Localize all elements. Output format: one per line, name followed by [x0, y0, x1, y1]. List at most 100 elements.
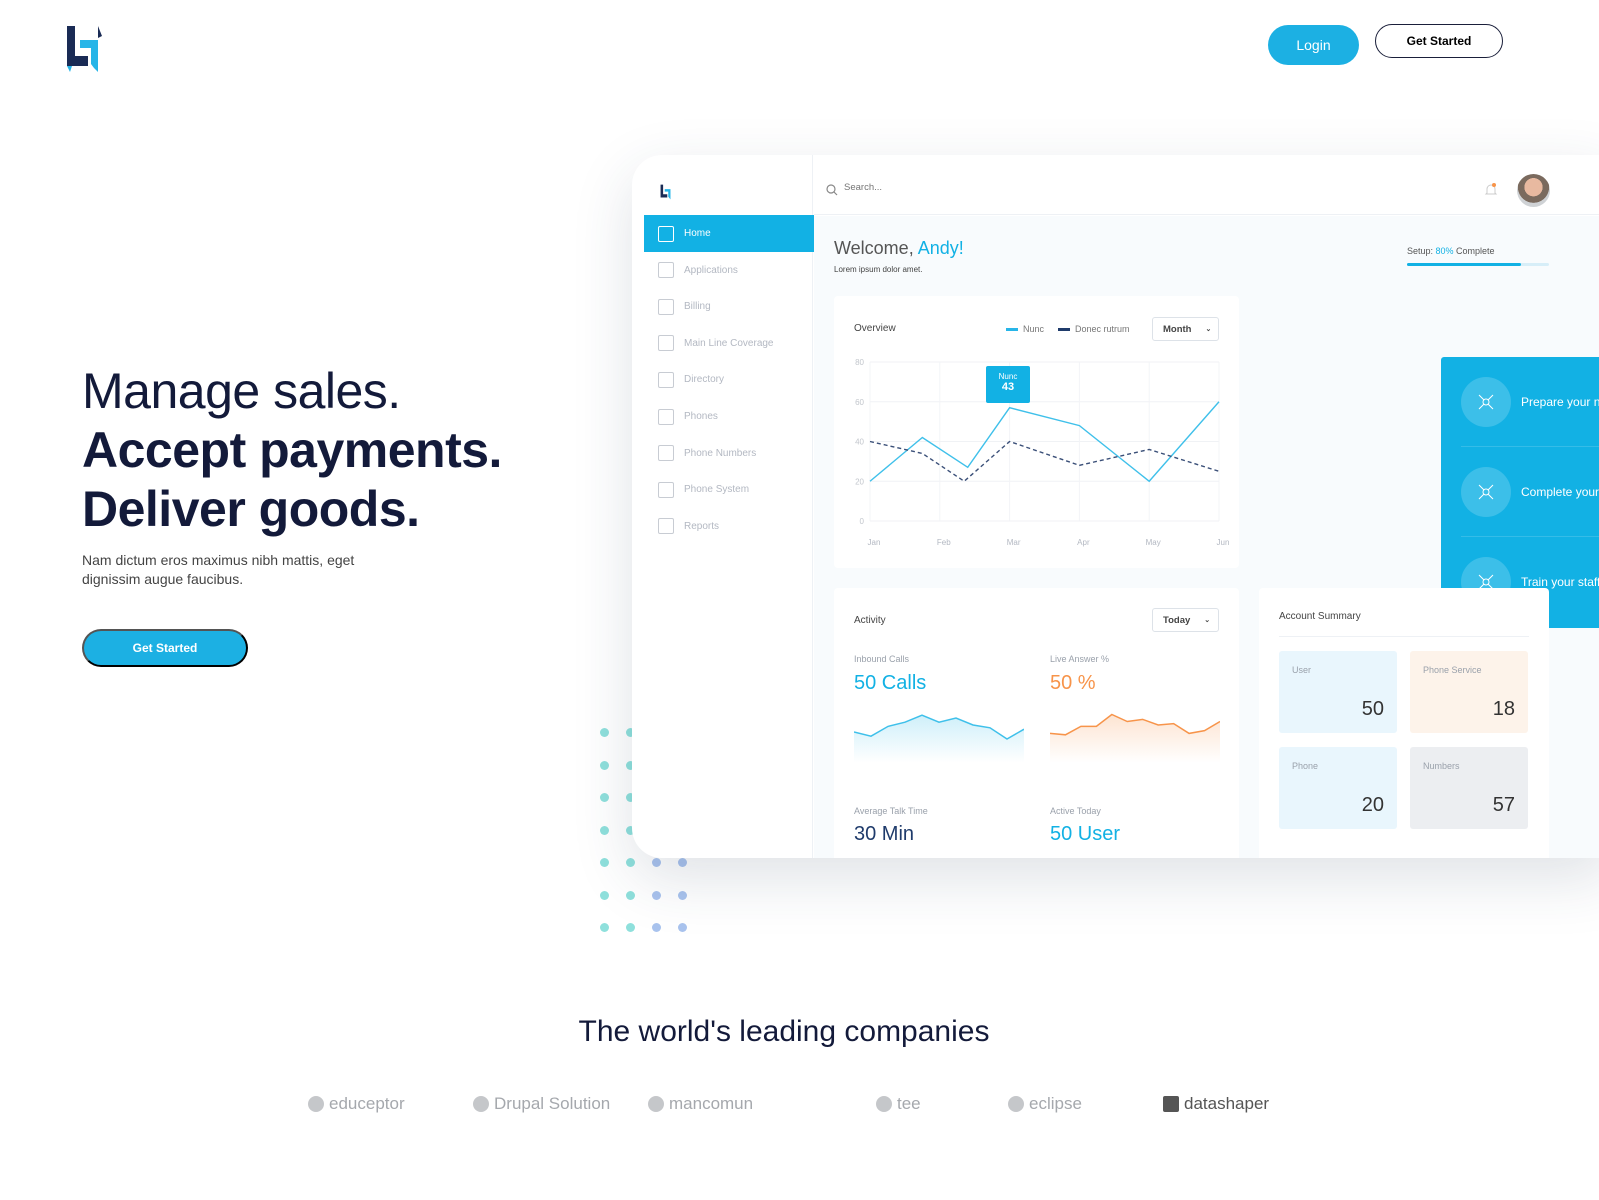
decorative-dot [652, 858, 661, 867]
sidebar-item-label: Billing [684, 301, 711, 313]
partner-logo-educeptor: educeptor [308, 1094, 405, 1114]
decorative-dot [600, 923, 609, 932]
summary-tile-phone-service[interactable]: Phone Service 18 [1410, 651, 1528, 733]
sidebar-item-home[interactable]: Home [644, 215, 814, 252]
decorative-dot [652, 890, 661, 900]
sidebar-item-applications[interactable]: Applications [644, 252, 814, 289]
activity-period-select[interactable]: Today ⌄ [1152, 608, 1219, 632]
x-tick-label: Feb [937, 538, 951, 547]
partner-logo-icon [473, 1096, 489, 1112]
decorative-dot [600, 825, 609, 835]
inbound-sparkline [854, 714, 1024, 763]
task-label: Prepare your network [1521, 394, 1599, 409]
dashboard-logo [660, 184, 671, 200]
activity-title: Activity [854, 615, 886, 626]
x-tick-label: Jan [868, 538, 881, 547]
decorative-dot [600, 858, 609, 867]
sidebar-item-billing[interactable]: Billing [644, 288, 814, 325]
summary-tile-phone[interactable]: Phone 20 [1279, 747, 1397, 829]
y-tick-label: 60 [855, 398, 864, 407]
x-tick-label: Jun [1217, 538, 1230, 547]
login-button[interactable]: Login [1268, 25, 1359, 65]
partner-logo-icon [1163, 1096, 1179, 1112]
partner-logo-eclipse: eclipse [1008, 1094, 1082, 1114]
inbound-calls-value: 50 Calls [854, 672, 927, 694]
directory-icon [658, 371, 674, 388]
live-answer-sparkline [1050, 713, 1220, 763]
decorative-dot [678, 858, 687, 867]
sidebar-item-label: Phone System [684, 484, 750, 496]
task-label: Complete your number transfer [1521, 484, 1599, 499]
partner-logo-icon [648, 1096, 664, 1112]
sidebar-item-label: Home [684, 228, 711, 239]
document-icon [658, 262, 674, 279]
sidebar-item-label: Main Line Coverage [684, 337, 774, 349]
hero-get-started-button[interactable]: Get Started [82, 629, 248, 667]
dashboard-preview: Home Applications Billing Main Line Coverag… [632, 155, 1599, 858]
partners-heading: The world's leading companies [578, 1015, 990, 1048]
header-get-started-button[interactable]: Get Started [1375, 24, 1503, 58]
talk-time-value: 30 Min [854, 823, 915, 845]
decorative-dot [652, 923, 661, 932]
live-answer-label: Live Answer % [1050, 654, 1110, 664]
decorative-dot [626, 923, 635, 932]
sidebar-item-directory[interactable]: Directory [644, 361, 814, 398]
sidebar-item-phone-numbers[interactable]: Phone Numbers [644, 435, 814, 472]
account-summary-panel: Account Summary User 50 Phone Service 18 Pho… [1259, 588, 1549, 858]
chart-tooltip: Nunc 43 [986, 366, 1030, 403]
brand-logo[interactable] [64, 24, 104, 74]
main-content: Welcome, Andy! Lorem ipsum dolor amet. S… [814, 216, 1599, 858]
account-summary-title: Account Summary [1279, 611, 1361, 622]
overview-chart: 0 20 40 60 80 Jan Feb Mar Apr May Jun [855, 358, 1230, 547]
talk-time-label: Average Talk Time [854, 806, 928, 816]
task-0[interactable]: Prepare your network→ [1461, 357, 1599, 447]
sidebar-item-reports[interactable]: Reports [644, 508, 814, 545]
network-icon [1461, 376, 1511, 427]
summary-tile-user[interactable]: User 50 [1279, 651, 1397, 733]
partner-logo-icon [1008, 1096, 1024, 1112]
welcome-subtitle: Lorem ipsum dolor amet. [834, 265, 923, 274]
search-icon [826, 184, 838, 196]
sidebar-item-label: Phone Numbers [684, 447, 757, 459]
sidebar-item-phone-system[interactable]: Phone System [644, 471, 814, 508]
decorative-dot [626, 890, 635, 900]
sidebar-item-main-line-coverage[interactable]: Main Line Coverage [644, 325, 814, 362]
phone-system-icon [658, 481, 674, 498]
activity-panel: Activity Today ⌄ Inbound Calls 50 Calls L… [834, 588, 1239, 858]
y-tick-label: 80 [855, 358, 864, 367]
sidebar-item-label: Phones [684, 411, 718, 422]
inbound-calls-label: Inbound Calls [854, 654, 910, 664]
chevron-down-icon: ⌄ [1204, 617, 1211, 624]
avatar[interactable] [1517, 174, 1550, 207]
hero-headline: Manage sales. Accept payments. Deliver g… [82, 362, 502, 539]
welcome-heading: Welcome, Andy! [834, 238, 964, 258]
decorative-dot [600, 760, 609, 770]
y-tick-label: 0 [860, 517, 865, 526]
live-answer-value: 50 % [1050, 672, 1096, 694]
active-today-value: 50 User [1050, 823, 1121, 845]
headline-line-1: Manage sales. [82, 363, 401, 419]
partner-logo-tee: tee [876, 1094, 921, 1114]
sidebar-item-phones[interactable]: Phones [644, 398, 814, 435]
active-today-label: Active Today [1050, 806, 1101, 816]
x-tick-label: May [1146, 538, 1161, 547]
decorative-dot [626, 858, 635, 867]
sparkline-area [1050, 714, 1220, 763]
sidebar-item-label: Reports [684, 520, 720, 532]
sidebar-item-label: Directory [684, 374, 725, 386]
divider [1279, 636, 1529, 637]
bell-icon[interactable] [1484, 182, 1498, 198]
search-input[interactable] [844, 182, 1044, 193]
coverage-icon [658, 335, 674, 352]
x-tick-label: Mar [1007, 538, 1021, 547]
partner-logo-mancomun: mancomun [648, 1094, 753, 1114]
decorative-dot [600, 728, 609, 737]
credit-card-icon [658, 298, 674, 315]
task-1[interactable]: Complete your number transfer→ [1461, 447, 1599, 537]
partner-logo-icon [876, 1096, 892, 1112]
summary-tile-numbers[interactable]: Numbers 57 [1410, 747, 1528, 829]
user-name: Andy! [917, 238, 964, 258]
decorative-dot [600, 793, 609, 802]
decorative-dot [600, 890, 609, 900]
transfer-icon [1461, 466, 1511, 517]
